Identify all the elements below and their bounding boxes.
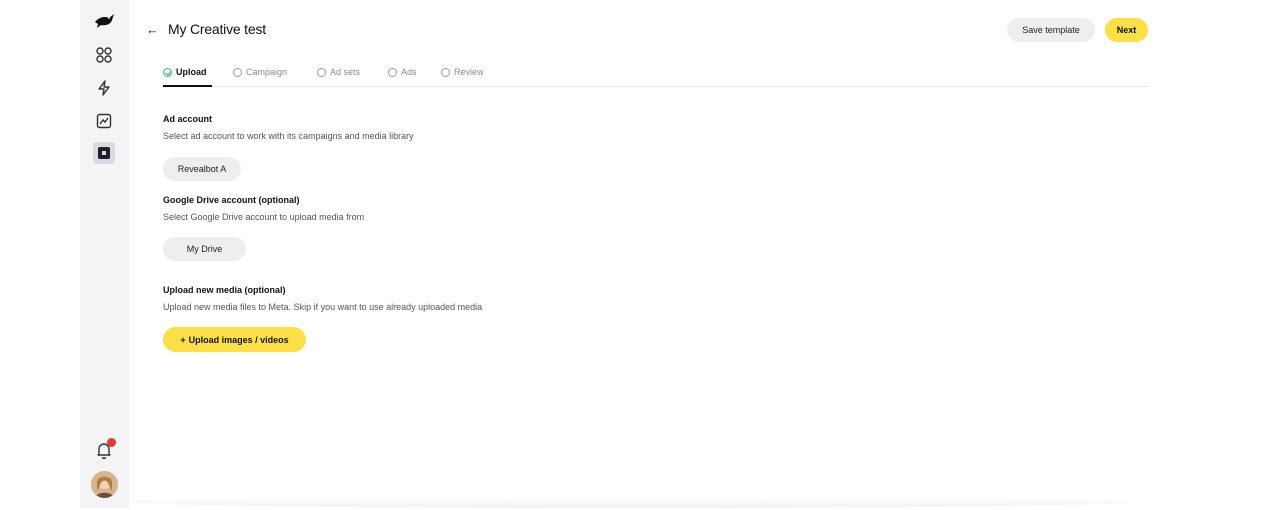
bell-icon[interactable] [94, 438, 116, 460]
plus-icon: + [180, 334, 186, 345]
grid-icon[interactable] [93, 44, 115, 66]
google-drive-desc: Select Google Drive account to upload me… [163, 212, 365, 222]
tab-ad-sets[interactable]: Ad sets [317, 67, 360, 77]
avatar[interactable] [91, 471, 118, 498]
tab-label: Review [454, 67, 484, 77]
upload-media-desc: Upload new media files to Meta. Skip if … [163, 302, 483, 312]
tab-campaign[interactable]: Campaign [233, 67, 287, 77]
google-drive-title: Google Drive account (optional) [163, 195, 300, 205]
radio-icon [441, 67, 450, 77]
radio-icon [233, 67, 242, 77]
ad-account-select[interactable]: Revealbot A [163, 157, 241, 181]
google-drive-select[interactable]: My Drive [163, 237, 246, 261]
bird-logo-icon[interactable] [91, 8, 117, 34]
tab-label: Ad sets [330, 67, 361, 77]
tab-label: Upload [176, 67, 207, 77]
sidebar [80, 0, 129, 508]
tab-ads[interactable]: Ads [388, 67, 417, 77]
back-arrow-icon[interactable]: ← [146, 22, 159, 37]
upload-media-title: Upload new media (optional) [163, 285, 286, 295]
radio-icon [317, 67, 326, 77]
ad-account-desc: Select ad account to work with its campa… [163, 131, 414, 141]
tab-upload[interactable]: Upload [163, 67, 207, 77]
notification-badge [107, 438, 116, 447]
radio-icon [388, 67, 397, 77]
tab-review[interactable]: Review [441, 67, 484, 77]
save-template-button[interactable]: Save template [1007, 18, 1095, 42]
page-title: My Creative test [168, 21, 266, 37]
chart-icon[interactable] [93, 110, 115, 132]
step-tabs: Upload Campaign Ad sets Ads Review [163, 66, 1148, 87]
active-tab-indicator [163, 85, 212, 87]
ad-account-title: Ad account [163, 114, 213, 124]
check-circle-icon [163, 67, 172, 77]
tab-label: Campaign [246, 67, 288, 77]
next-button[interactable]: Next [1105, 18, 1148, 42]
tab-label: Ads [401, 67, 417, 77]
page-bottom-shadow [130, 496, 1130, 508]
upload-media-button-label: Upload images / videos [188, 334, 289, 345]
upload-media-button[interactable]: + Upload images / videos [163, 327, 306, 352]
creative-icon[interactable] [93, 142, 115, 164]
lightning-icon[interactable] [93, 77, 115, 99]
